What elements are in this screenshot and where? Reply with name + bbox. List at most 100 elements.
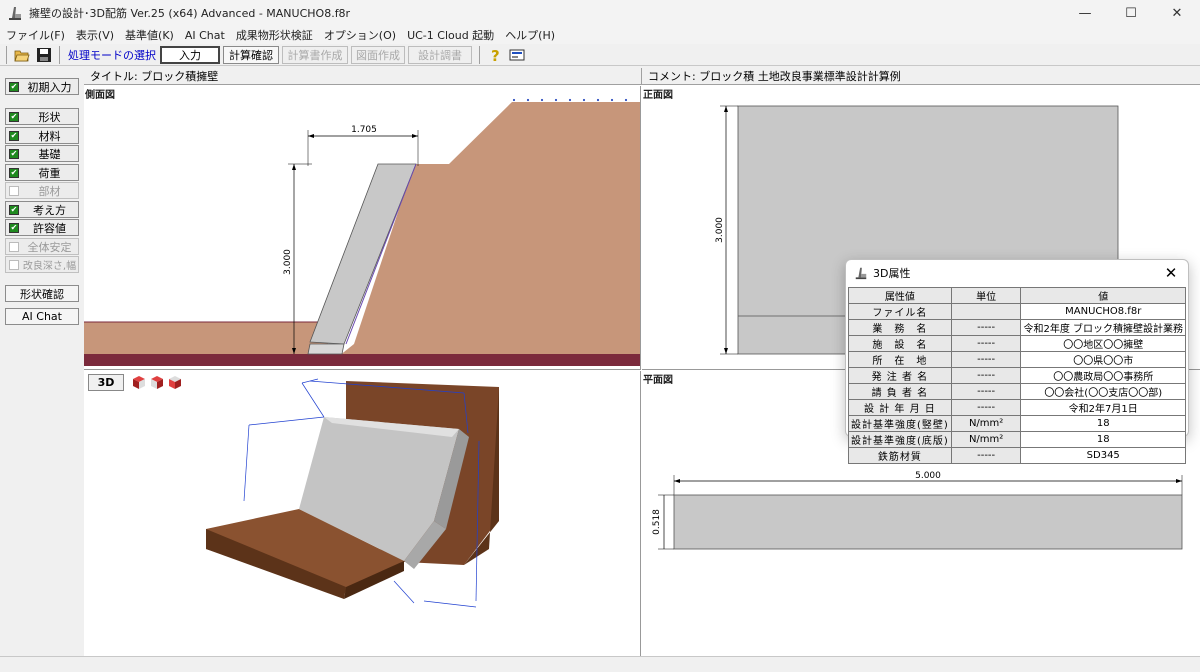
dialog-title: 3D属性 <box>873 267 911 280</box>
menu-options[interactable]: オプション(O) <box>324 27 396 43</box>
side-view-pane[interactable]: 側面図 1.705 3.000 <box>84 86 641 370</box>
attribute-name-cell: 発 注 者 名 <box>848 367 952 384</box>
title-bar: 擁壁の設計･3D配筋 Ver.25 (x64) Advanced - MANUC… <box>0 0 1200 26</box>
checkbox-icon: ✔ <box>9 130 19 141</box>
app-icon <box>855 267 867 280</box>
mode-calc-check-button[interactable]: 計算確認 <box>223 45 279 64</box>
attribute-unit-cell: ----- <box>950 447 1022 464</box>
front-view-label: 正面図 <box>643 90 673 101</box>
toolbar-separator <box>59 45 60 64</box>
mode-report-button[interactable]: 計算書作成 <box>282 45 348 64</box>
attribute-value-cell[interactable]: 〇〇会社(〇〇支店〇〇部) <box>1020 383 1186 400</box>
menu-ai-chat[interactable]: AI Chat <box>185 29 225 42</box>
side-view-drawing: 1.705 3.000 <box>84 98 640 366</box>
attribute-name-cell: 設計基準強度(底版) <box>848 431 952 448</box>
plan-view-width-dim: 5.000 <box>915 471 941 481</box>
sidebar-item-approach[interactable]: ✔ 考え方 <box>5 201 79 218</box>
table-row[interactable]: 発 注 者 名 ----- 〇〇農政局〇〇事務所 <box>848 367 1186 384</box>
sidebar-item-label: 全体安定 <box>27 240 72 254</box>
table-header-row: 属性値 単位 値 <box>848 287 1186 304</box>
attribute-name-cell: 施 設 名 <box>848 335 952 352</box>
side-view-label: 側面図 <box>85 90 115 101</box>
sidebar-item-allowable[interactable]: ✔ 許容値 <box>5 219 79 236</box>
attribute-name-cell: 鉄筋材質 <box>848 447 952 464</box>
help-question-icon[interactable]: ? <box>486 46 504 64</box>
menu-standard[interactable]: 基準値(K) <box>125 27 174 43</box>
attribute-unit-cell <box>950 303 1022 320</box>
attribute-value-cell[interactable]: 〇〇地区〇〇擁壁 <box>1020 335 1186 352</box>
menu-help[interactable]: ヘルプ(H) <box>505 27 555 43</box>
checkbox-icon <box>9 259 19 270</box>
svg-text:?: ? <box>491 47 500 63</box>
toolbar-separator <box>6 45 7 64</box>
comment-info-text: コメント: ブロック積 土地改良事業標準設計計算例 <box>648 70 901 83</box>
header-value: 値 <box>1020 287 1186 304</box>
attribute-value-cell[interactable]: 18 <box>1020 415 1186 432</box>
dialog-close-button[interactable]: ✕ <box>1162 264 1180 282</box>
table-row[interactable]: ファイル名 MANUCHO8.f8r <box>848 303 1186 320</box>
minimize-button[interactable]: — <box>1062 0 1108 26</box>
sidebar-item-label: 荷重 <box>38 166 61 180</box>
attribute-value-cell[interactable]: MANUCHO8.f8r <box>1020 303 1186 320</box>
title-info-text: タイトル: ブロック積擁壁 <box>90 70 219 83</box>
mode-drawing-button[interactable]: 図面作成 <box>351 45 405 64</box>
sidebar-item-label: 初期入力 <box>27 80 72 94</box>
attribute-value-cell[interactable]: 18 <box>1020 431 1186 448</box>
mode-design-record-button[interactable]: 設計調書 <box>408 45 472 64</box>
attribute-unit-cell: ----- <box>950 367 1022 384</box>
sidebar-item-label: 部材 <box>38 184 61 198</box>
attribute-value-cell[interactable]: 〇〇農政局〇〇事務所 <box>1020 367 1186 384</box>
sidebar-item-load[interactable]: ✔ 荷重 <box>5 164 79 181</box>
attributes-table: 属性値 単位 値 ファイル名 MANUCHO8.f8r 業 務 名 ----- 令和2年… <box>848 287 1186 464</box>
menu-uc1-cloud[interactable]: UC-1 Cloud 起動 <box>407 27 494 43</box>
sidebar-item-member[interactable]: 部材 <box>5 182 79 199</box>
attribute-value-cell[interactable]: 令和2年度 ブロック積擁壁設計業務 <box>1020 319 1186 336</box>
close-button[interactable]: ✕ <box>1154 0 1200 26</box>
table-row[interactable]: 設 計 年 月 日 ----- 令和2年7月1日 <box>848 399 1186 416</box>
checkbox-icon: ✔ <box>9 222 19 233</box>
sidebar-item-foundation[interactable]: ✔ 基礎 <box>5 145 79 162</box>
attributes-dialog[interactable]: 3D属性 ✕ 属性値 単位 値 ファイル名 MANUCHO8.f8r 業 務 名 --… <box>845 259 1189 464</box>
ai-chat-button[interactable]: AI Chat <box>5 308 79 325</box>
title-info: タイトル: ブロック積擁壁 <box>84 68 642 85</box>
table-row[interactable]: 業 務 名 ----- 令和2年度 ブロック積擁壁設計業務 <box>848 319 1186 336</box>
checkbox-icon: ✔ <box>9 111 19 122</box>
table-row[interactable]: 設計基準強度(竪壁) N/mm² 18 <box>848 415 1186 432</box>
sidebar-item-shape[interactable]: ✔ 形状 <box>5 108 79 125</box>
table-row[interactable]: 設計基準強度(底版) N/mm² 18 <box>848 431 1186 448</box>
open-folder-icon[interactable] <box>13 46 31 64</box>
version-info-icon[interactable] <box>508 46 526 64</box>
attribute-unit-cell: N/mm² <box>950 431 1022 448</box>
menu-view[interactable]: 表示(V) <box>76 27 114 43</box>
attribute-value-cell[interactable]: 〇〇県〇〇市 <box>1020 351 1186 368</box>
checkbox-icon: ✔ <box>9 148 19 159</box>
table-row[interactable]: 鉄筋材質 ----- SD345 <box>848 447 1186 464</box>
attribute-name-cell: 設 計 年 月 日 <box>848 399 952 416</box>
attribute-value-cell[interactable]: SD345 <box>1020 447 1186 464</box>
table-row[interactable]: 請 負 者 名 ----- 〇〇会社(〇〇支店〇〇部) <box>848 383 1186 400</box>
dialog-title-bar: 3D属性 <box>846 260 1188 286</box>
menu-verify[interactable]: 成果物形状検証 <box>236 27 313 43</box>
table-row[interactable]: 施 設 名 ----- 〇〇地区〇〇擁壁 <box>848 335 1186 352</box>
sidebar-item-improvement[interactable]: 改良深さ,幅 <box>5 256 79 273</box>
toolbar: 処理モードの選択 入力 計算確認 計算書作成 図面作成 設計調書 ? <box>0 44 1200 66</box>
shape-check-button[interactable]: 形状確認 <box>5 285 79 302</box>
mode-input-button[interactable]: 入力 <box>160 45 220 64</box>
menu-file[interactable]: ファイル(F) <box>6 27 65 43</box>
view-3d-model <box>206 378 499 608</box>
view-3d-pane[interactable]: 3D <box>84 371 641 656</box>
attribute-name-cell: ファイル名 <box>848 303 952 320</box>
sidebar-item-material[interactable]: ✔ 材料 <box>5 127 79 144</box>
attribute-name-cell: 業 務 名 <box>848 319 952 336</box>
sidebar-item-overall-stability[interactable]: 全体安定 <box>5 238 79 255</box>
maximize-button[interactable]: ☐ <box>1108 0 1154 26</box>
attribute-name-cell: 請 負 者 名 <box>848 383 952 400</box>
sidebar-item-label: 考え方 <box>33 203 66 217</box>
table-row[interactable]: 所 在 地 ----- 〇〇県〇〇市 <box>848 351 1186 368</box>
save-icon[interactable] <box>35 46 53 64</box>
attribute-unit-cell: ----- <box>950 351 1022 368</box>
attribute-value-cell[interactable]: 令和2年7月1日 <box>1020 399 1186 416</box>
attribute-name-cell: 所 在 地 <box>848 351 952 368</box>
sidebar-initial-input[interactable]: ✔ 初期入力 <box>5 78 79 95</box>
status-bar <box>0 656 1200 672</box>
